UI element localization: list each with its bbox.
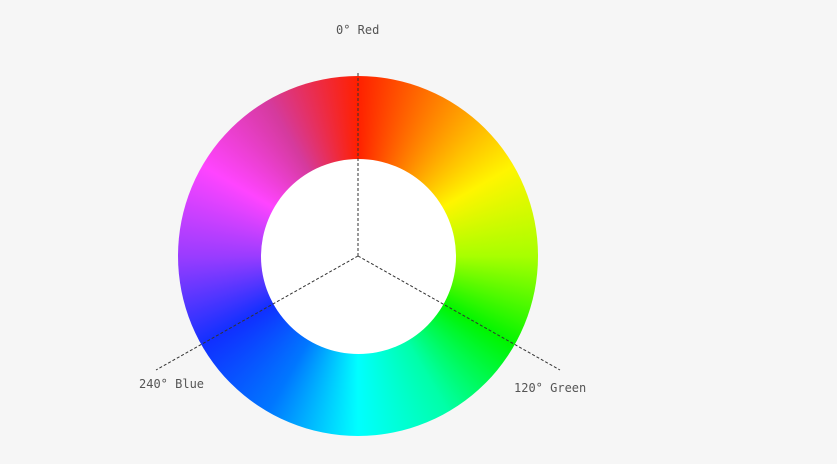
label-blue: 240° Blue: [139, 377, 205, 391]
hue-guide-lines: [155, 72, 561, 371]
label-red: 0° Red: [336, 23, 380, 37]
guide-line-green: [357, 255, 561, 371]
label-green: 120° Green: [514, 381, 587, 395]
guide-line-blue: [155, 255, 359, 371]
hue-wheel-diagram: 0° Red 120° Green 240° Blue: [0, 0, 837, 464]
